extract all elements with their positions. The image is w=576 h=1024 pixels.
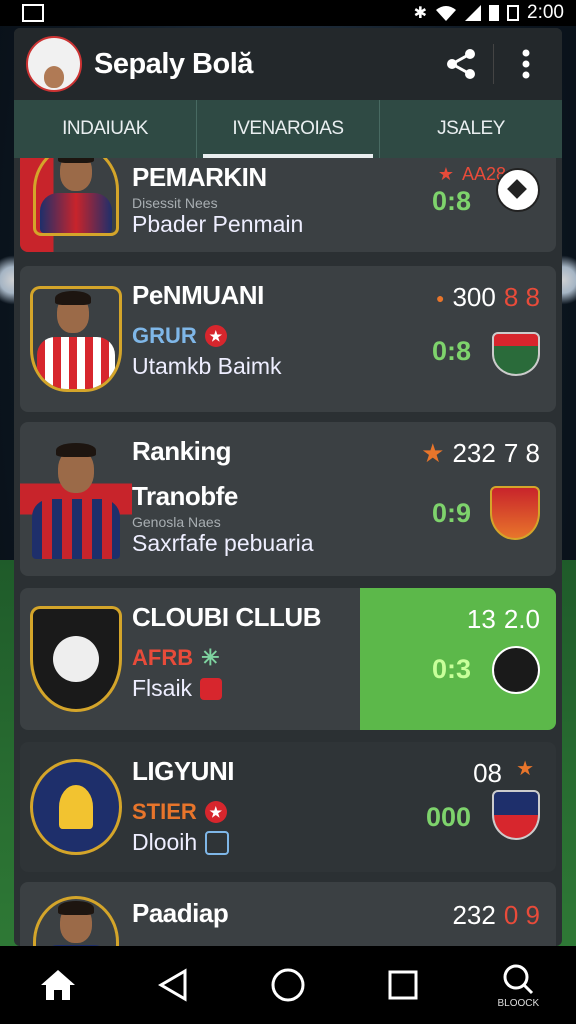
- stat-value: 8 8: [503, 282, 540, 312]
- gallery-icon: [22, 4, 44, 22]
- list-item[interactable]: PEMARKIN Disessit Nees Pbader Penmain ★ …: [20, 158, 556, 252]
- star-badge-icon: ★: [204, 801, 227, 823]
- star-icon: ★: [516, 758, 534, 780]
- list-item[interactable]: LIGYUNI STIER ★ Dlooih 08 ★ 000: [20, 742, 556, 872]
- score: 0:8: [432, 336, 472, 366]
- share-icon: [447, 49, 475, 79]
- club-crest-icon: [492, 790, 540, 840]
- app-bar: Sepaly Bolă: [14, 28, 562, 100]
- player-photo: [20, 422, 132, 576]
- star-outline-icon: ✳: [201, 645, 220, 670]
- navigation-bar: BLOOCK: [0, 946, 576, 1024]
- flag-icon: [205, 830, 230, 855]
- club-name: PEMARKIN: [132, 162, 267, 192]
- club-subtitle: Genosla Naes: [132, 514, 221, 530]
- tab-jsaley[interactable]: JSALEY: [379, 100, 562, 158]
- dot-icon: ●: [435, 289, 445, 306]
- more-vert-icon: [522, 49, 530, 79]
- club-crest-icon: [490, 486, 540, 540]
- club-crest-icon: [492, 332, 540, 376]
- appbar-divider: [493, 44, 494, 84]
- group-label: AFRB: [132, 645, 194, 670]
- club-logo: [20, 742, 132, 872]
- club-subtitle: Disessit Nees: [132, 195, 218, 211]
- group-label: STIER: [132, 799, 197, 824]
- rank-value: 13: [466, 604, 496, 634]
- stat-value: 2.0: [503, 604, 540, 634]
- rank-value: 232: [452, 900, 496, 930]
- more-options-button[interactable]: [502, 40, 550, 88]
- square-icon: [388, 970, 418, 1000]
- score: 0:8: [432, 186, 472, 216]
- clock: 2:00: [527, 2, 564, 23]
- wifi-icon: [436, 6, 457, 21]
- club-name: Ranking: [132, 436, 232, 466]
- tab-bar: INDAIUAK IVENAROIAS JSALEY: [14, 100, 562, 158]
- score: 0:9: [432, 498, 472, 528]
- club-name: Paadiap: [132, 898, 229, 928]
- rank-value: 232: [452, 438, 496, 468]
- app-window: Sepaly Bolă INDAIUAK IVENAROIAS JSALEY P…: [14, 28, 562, 946]
- sim-icon: [507, 5, 520, 21]
- list-item[interactable]: PeNMUANI GRUR ★ Utamkb Baimk ● 300 8 8 0:8: [20, 266, 556, 412]
- group-label: GRUR: [132, 323, 197, 348]
- club-logo: [20, 588, 132, 730]
- tab-ivenaroias[interactable]: IVENAROIAS: [196, 100, 379, 158]
- player-photo: [20, 158, 132, 252]
- club-description: Utamkb Baimk: [132, 353, 282, 379]
- club-name: LIGYUNI: [132, 756, 234, 786]
- list-item[interactable]: CLOUBI CLLUB AFRB ✳ Flsaik 13 2.0 0:3: [20, 588, 556, 730]
- club-title: Tranobfe: [132, 481, 238, 511]
- search-label: BLOOCK: [497, 997, 540, 1009]
- medical-icon: [200, 677, 223, 700]
- home-circle-button[interactable]: [248, 955, 328, 1015]
- club-description: Pbader Penmain: [132, 211, 304, 237]
- list-item[interactable]: Paadiap 232 0 9: [20, 882, 556, 946]
- club-crest-icon: [492, 646, 540, 694]
- star-icon: ★: [437, 164, 454, 184]
- club-description: Saxrfafe pebuaria: [132, 530, 314, 556]
- tab-indaiuak[interactable]: INDAIUAK: [14, 100, 196, 158]
- club-description-text: Flsaik: [132, 675, 193, 701]
- rank-value: 300: [452, 282, 496, 312]
- search-button[interactable]: BLOOCK: [478, 955, 558, 1015]
- app-title: Sepaly Bolă: [94, 47, 253, 80]
- stat-value: 0 9: [503, 900, 540, 930]
- club-list[interactable]: PEMARKIN Disessit Nees Pbader Penmain ★ …: [14, 158, 562, 946]
- home-button[interactable]: [18, 955, 98, 1015]
- player-photo: [20, 266, 132, 412]
- score: 000: [426, 802, 472, 832]
- status-bar: ✱ 2:00: [0, 0, 576, 26]
- list-item[interactable]: Ranking Tranobfe Genosla Naes Saxrfafe p…: [20, 422, 556, 576]
- battery-icon: [489, 5, 500, 21]
- rank-value: 08: [473, 758, 502, 788]
- circle-icon: [271, 968, 305, 1002]
- player-photo: [20, 882, 132, 946]
- avatar[interactable]: [26, 36, 82, 92]
- club-description: Dlooih: [132, 829, 198, 855]
- share-button[interactable]: [437, 40, 485, 88]
- signal-icon: [465, 5, 482, 21]
- home-icon: [40, 970, 75, 1000]
- star-icon: ★: [421, 438, 445, 468]
- score: 0:3: [432, 654, 472, 684]
- club-name: PeNMUANI: [132, 280, 264, 310]
- back-triangle-icon: [157, 968, 187, 1002]
- soccer-ball-icon: [496, 168, 540, 212]
- club-name: CLOUBI CLLUB: [132, 602, 321, 632]
- stat-value: 7 8: [503, 438, 540, 468]
- star-badge-icon: ★: [204, 325, 227, 347]
- back-button[interactable]: [133, 955, 213, 1015]
- recents-button[interactable]: [363, 955, 443, 1015]
- search-icon: [503, 964, 534, 994]
- club-description: Flsaik: [132, 675, 406, 702]
- bluetooth-icon: ✱: [413, 5, 428, 22]
